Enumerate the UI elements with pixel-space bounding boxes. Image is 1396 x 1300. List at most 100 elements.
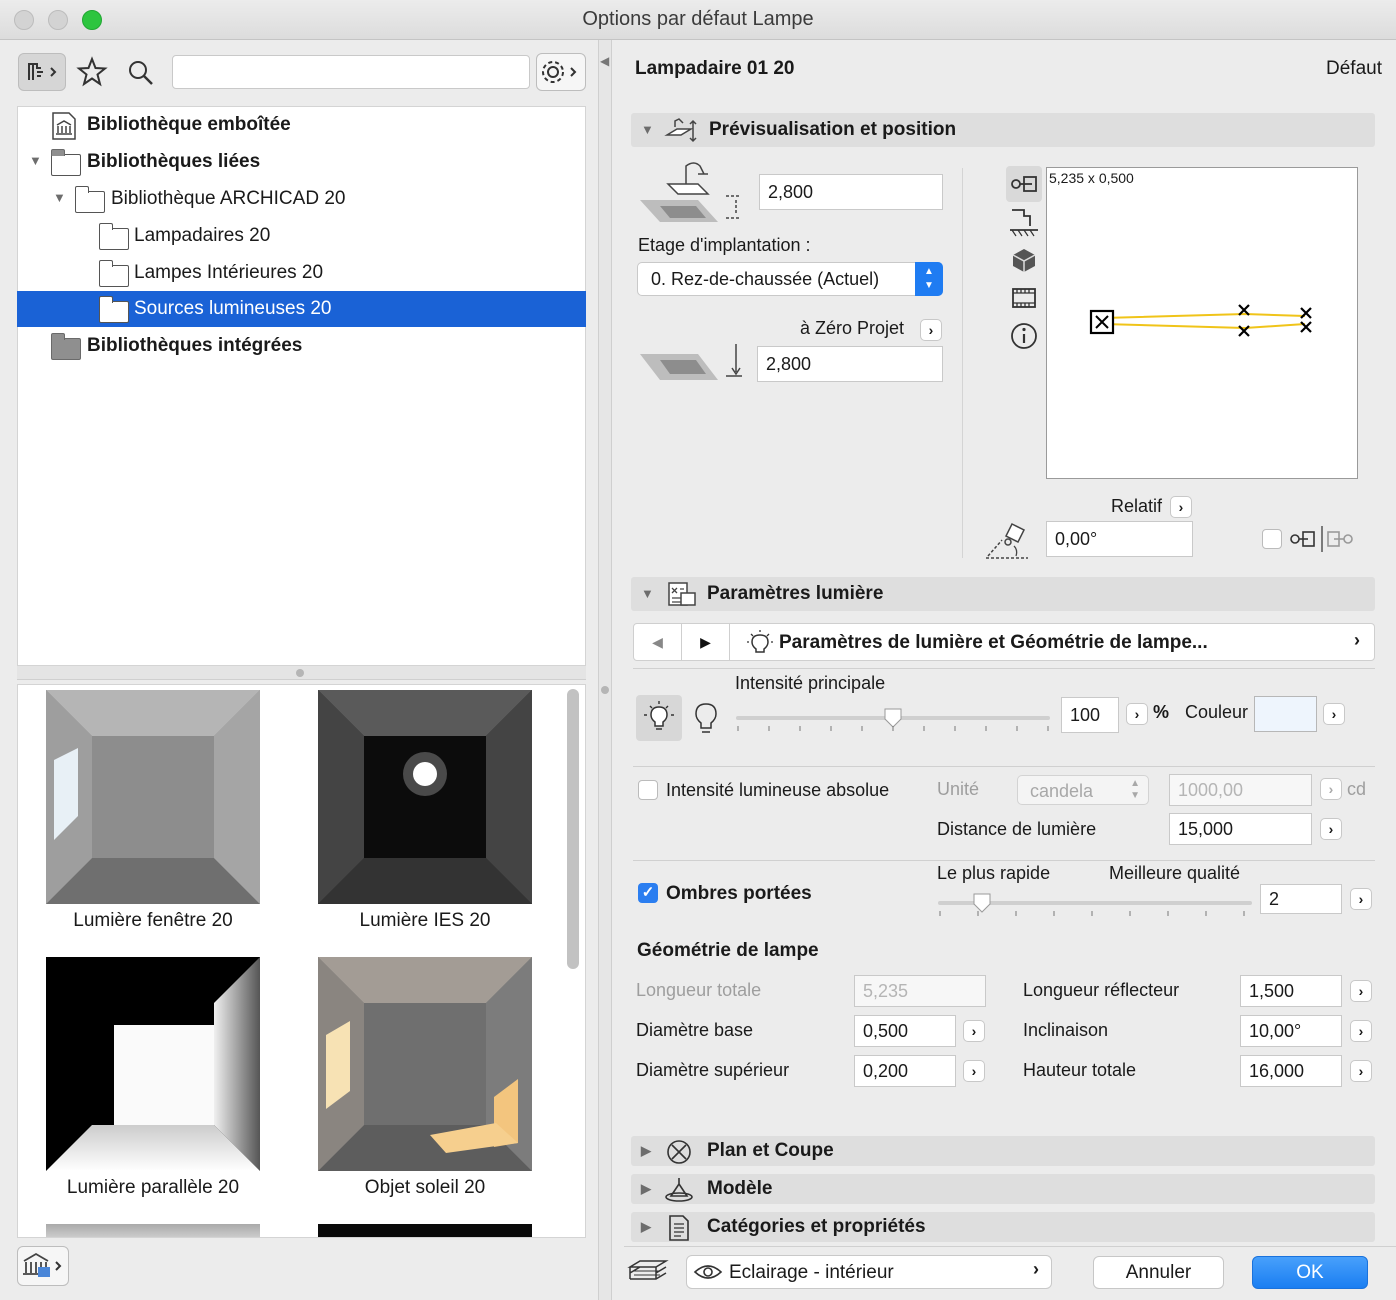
total-height-popup-button[interactable]: › xyxy=(1350,1060,1372,1082)
elevation-view-icon[interactable] xyxy=(1008,282,1040,314)
library-settings-button[interactable] xyxy=(536,53,586,91)
expand-triangle-icon[interactable]: ▶ xyxy=(641,1181,651,1197)
fastest-label: Le plus rapide xyxy=(937,863,1051,883)
shadow-quality-input[interactable] xyxy=(1260,884,1342,914)
thumbnails-scrollbar[interactable] xyxy=(567,689,579,969)
thumbnail-partial[interactable] xyxy=(46,1224,260,1237)
thumbnail-partial[interactable] xyxy=(318,1224,532,1237)
distance-popup-button[interactable]: › xyxy=(1320,818,1342,840)
dialog-window: Options par défaut Lampe Bibliothèque em… xyxy=(0,0,1396,1300)
base-diameter-input[interactable] xyxy=(854,1015,956,1047)
intensity-popup-button[interactable]: › xyxy=(1126,703,1148,725)
cancel-button[interactable]: Annuler xyxy=(1093,1256,1224,1289)
base-diameter-popup-button[interactable]: › xyxy=(963,1020,985,1042)
tree-item-builtin-libraries[interactable]: Bibliothèques intégrées xyxy=(17,328,586,364)
reflector-length-popup-button[interactable]: › xyxy=(1350,980,1372,1002)
mirror-checkbox[interactable] xyxy=(1262,529,1282,549)
zero-project-input[interactable] xyxy=(757,346,943,382)
intensity-slider[interactable] xyxy=(736,708,1050,728)
collapse-triangle-icon[interactable]: ▼ xyxy=(641,122,654,137)
top-diameter-popup-button[interactable]: › xyxy=(963,1060,985,1082)
absolute-intensity-checkbox[interactable] xyxy=(638,780,658,800)
expand-triangle-icon[interactable]: ▼ xyxy=(53,190,66,205)
story-select[interactable]: 0. Rez-de-chaussée (Actuel) ▲ ▼ xyxy=(637,262,943,296)
total-length-input[interactable] xyxy=(854,975,986,1007)
divider xyxy=(633,668,1375,669)
story-value: 0. Rez-de-chaussée (Actuel) xyxy=(651,269,880,289)
color-popup-button[interactable]: › xyxy=(1323,703,1345,725)
info-icon[interactable] xyxy=(1008,320,1040,352)
library-manager-button[interactable] xyxy=(17,1246,69,1286)
section-header-categories[interactable]: ▶ Catégories et propriétés xyxy=(631,1212,1375,1242)
favorites-star-icon[interactable] xyxy=(76,56,108,88)
tilt-popup-button[interactable]: › xyxy=(1350,1020,1372,1042)
mirror-anchor-icon[interactable] xyxy=(1288,524,1358,554)
shadow-quality-slider-thumb[interactable] xyxy=(973,893,991,913)
plan-view-button[interactable] xyxy=(1006,166,1042,202)
shadows-checkbox[interactable]: ✓ xyxy=(638,883,658,903)
absolute-intensity-popup-button[interactable]: › xyxy=(1320,778,1342,800)
select-stepper-icon[interactable]: ▲ ▼ xyxy=(915,262,943,296)
library-search-input[interactable] xyxy=(172,55,530,89)
library-browse-icon xyxy=(28,63,57,80)
tree-item-linked-libraries[interactable]: ▼ Bibliothèques liées xyxy=(17,144,586,180)
ok-button[interactable]: OK xyxy=(1252,1256,1368,1289)
plan-section-icon xyxy=(667,1140,691,1164)
vertical-splitter[interactable]: ◀ xyxy=(598,40,612,1300)
panel-splitter[interactable] xyxy=(17,666,586,680)
expand-triangle-icon[interactable]: ▼ xyxy=(29,153,42,168)
rotation-angle-input[interactable] xyxy=(1046,521,1193,557)
3d-view-icon[interactable] xyxy=(1008,244,1040,276)
page-menu-chevron-icon[interactable]: › xyxy=(1354,630,1360,651)
color-swatch[interactable] xyxy=(1254,696,1317,732)
unit-select[interactable]: candela ▲ ▼ xyxy=(1017,775,1149,805)
thumbnail-parallel-light[interactable] xyxy=(46,957,260,1171)
expand-triangle-icon[interactable]: ▶ xyxy=(641,1143,651,1159)
thumbnail-ies-light[interactable] xyxy=(318,690,532,904)
distance-input[interactable] xyxy=(1169,813,1312,845)
tree-item-sources-lumineuses[interactable]: Sources lumineuses 20 xyxy=(17,291,586,327)
placement-height-input[interactable] xyxy=(759,174,943,210)
shadow-quality-popup-button[interactable]: › xyxy=(1350,888,1372,910)
tilt-input[interactable] xyxy=(1240,1015,1342,1047)
lamp-plan-preview-image xyxy=(1089,304,1312,337)
collapse-left-icon[interactable]: ◀ xyxy=(600,54,609,68)
footer-divider xyxy=(624,1246,1396,1247)
top-diameter-input[interactable] xyxy=(854,1055,956,1087)
thumbnail-sun-object[interactable] xyxy=(318,957,532,1171)
shadow-quality-slider[interactable] xyxy=(938,893,1252,913)
rotation-angle-icon xyxy=(986,522,1028,559)
top-diameter-label: Diamètre supérieur xyxy=(636,1060,790,1080)
bulb-off-icon[interactable] xyxy=(692,700,720,736)
ies-light-preview-image xyxy=(318,690,532,904)
section-header-model[interactable]: ▶ Modèle xyxy=(631,1174,1375,1204)
search-icon[interactable] xyxy=(126,58,156,88)
intensity-input[interactable] xyxy=(1061,697,1119,733)
collapse-triangle-icon[interactable]: ▼ xyxy=(641,586,654,601)
tree-item-embedded-library[interactable]: Bibliothèque emboîtée xyxy=(17,107,586,143)
bulb-mode-button[interactable] xyxy=(636,695,682,741)
previous-page-button[interactable]: ◀ xyxy=(634,624,682,660)
tree-item-lampadaires[interactable]: Lampadaires 20 xyxy=(17,218,586,254)
layer-select[interactable]: Eclairage - intérieur › xyxy=(686,1255,1052,1289)
browse-mode-button[interactable] xyxy=(18,53,66,91)
section-view-icon[interactable] xyxy=(1008,206,1040,238)
expand-triangle-icon[interactable]: ▶ xyxy=(641,1219,651,1235)
absolute-intensity-input[interactable] xyxy=(1169,774,1312,806)
section-header-plan-section[interactable]: ▶ Plan et Coupe xyxy=(631,1136,1375,1166)
intensity-slider-thumb[interactable] xyxy=(884,708,902,728)
tree-item-archicad-library[interactable]: ▼ Bibliothèque ARCHICAD 20 xyxy=(17,181,586,217)
geometry-heading: Géométrie de lampe xyxy=(637,940,819,961)
object-preview-canvas[interactable]: 5,235 x 0,500 xyxy=(1046,167,1358,479)
next-page-button[interactable]: ▶ xyxy=(682,624,730,660)
relative-popup-button[interactable]: › xyxy=(1170,496,1192,518)
zero-project-popup-button[interactable]: › xyxy=(920,319,942,341)
parameter-page-title[interactable]: Paramètres de lumière et Géométrie de la… xyxy=(779,632,1208,654)
section-header-light[interactable]: ▼ Paramètres lumière xyxy=(631,577,1375,611)
total-height-input[interactable] xyxy=(1240,1055,1342,1087)
section-header-preview[interactable]: ▼ Prévisualisation et position xyxy=(631,113,1375,147)
thumbnail-window-light[interactable] xyxy=(46,690,260,904)
folder-icon xyxy=(98,296,129,323)
reflector-length-input[interactable] xyxy=(1240,975,1342,1007)
tree-item-lampes-interieures[interactable]: Lampes Intérieures 20 xyxy=(17,255,586,291)
